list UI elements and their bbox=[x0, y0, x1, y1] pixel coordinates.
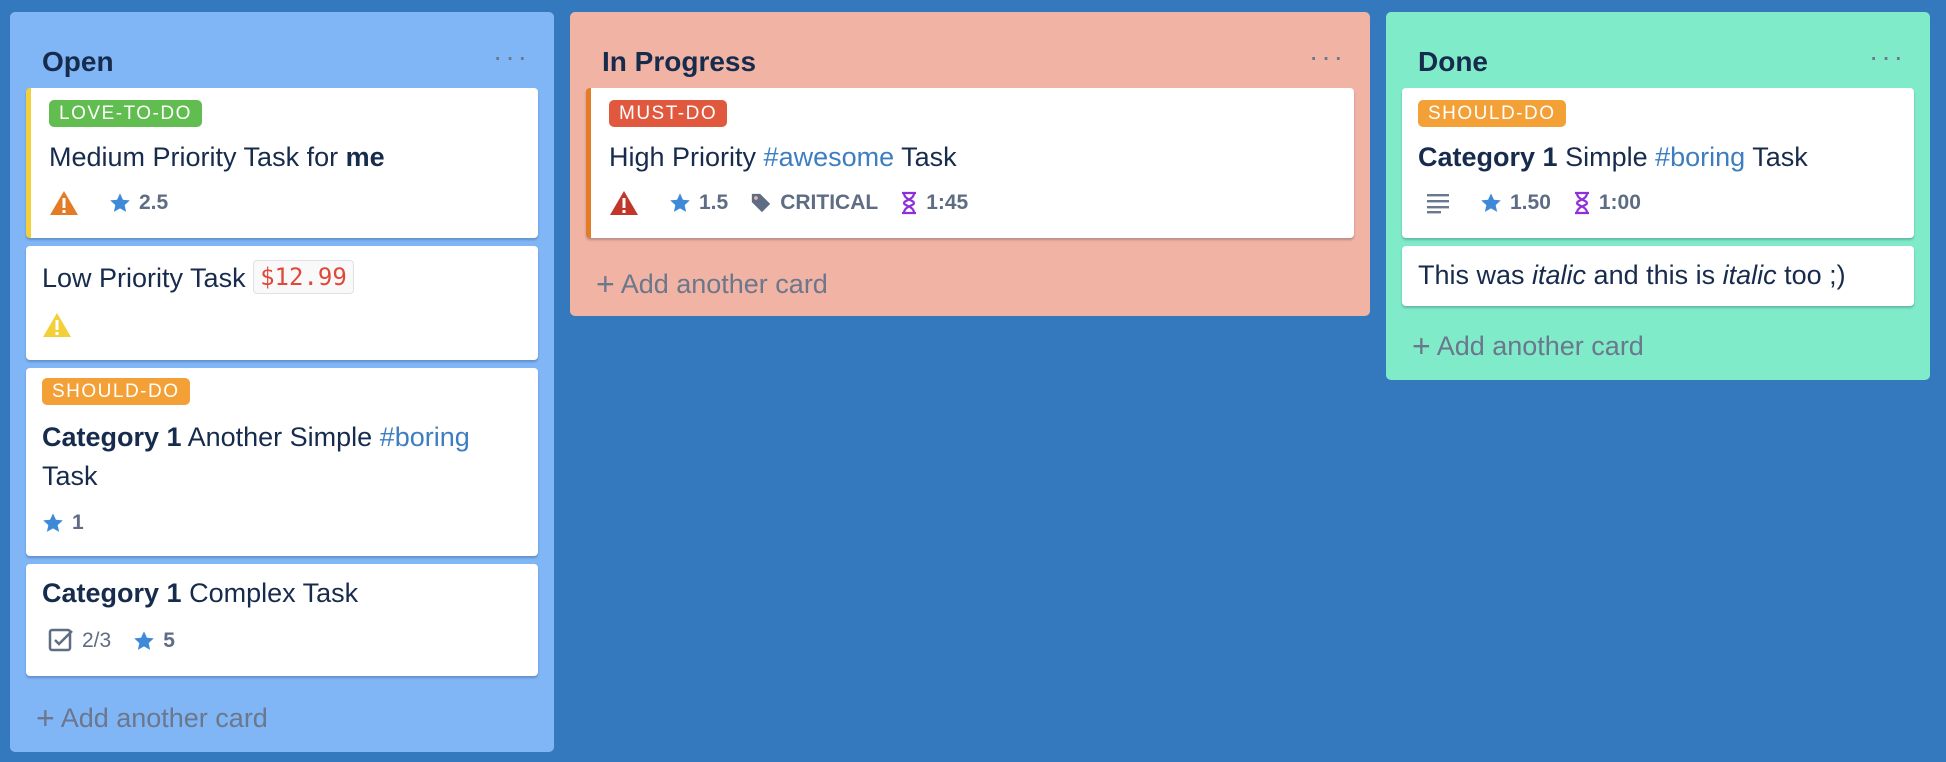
card-title: High Priority #awesome Task bbox=[609, 142, 957, 172]
card-title: This was italic and this is italic too ;… bbox=[1418, 260, 1846, 290]
warning-icon bbox=[43, 313, 71, 337]
card-badges: 1.50 1:00 bbox=[1426, 188, 1663, 218]
list-menu-button[interactable]: ··· bbox=[493, 43, 530, 71]
card-high-priority[interactable]: MUST-DO High Priority #awesome Task 1.5 … bbox=[586, 88, 1354, 238]
label-love-to-do: LOVE-TO-DO bbox=[49, 100, 202, 127]
list-title: Open bbox=[42, 46, 114, 77]
card-complex-task[interactable]: Category 1 Complex Task 2/3 5 bbox=[26, 564, 538, 676]
hashtag-link[interactable]: #boring bbox=[1655, 142, 1745, 172]
time-badge: 1:00 bbox=[1573, 191, 1641, 215]
card-badges: 2.5 bbox=[49, 188, 190, 218]
star-icon bbox=[1481, 193, 1501, 212]
card-title: Category 1 Complex Task bbox=[42, 578, 359, 608]
card-badges: 2/3 5 bbox=[48, 626, 197, 656]
warning-badge bbox=[49, 190, 87, 216]
add-card-button[interactable]: + Add another card bbox=[596, 266, 828, 303]
warning-badge bbox=[42, 312, 80, 338]
card-badges: 1 bbox=[42, 508, 106, 538]
warning-badge bbox=[609, 190, 647, 216]
card-another-simple-task[interactable]: SHOULD-DO Category 1 Another Simple #bor… bbox=[26, 368, 538, 556]
add-card-button[interactable]: + Add another card bbox=[36, 700, 268, 737]
checklist-badge: 2/3 bbox=[48, 628, 111, 654]
warning-icon bbox=[610, 191, 638, 215]
time-badge: 1:45 bbox=[900, 191, 968, 215]
list-in-progress: In Progress ··· MUST-DO High Priority #a… bbox=[570, 12, 1370, 316]
kanban-board: Open ··· LOVE-TO-DO Medium Priority Task… bbox=[0, 0, 1946, 762]
label-should-do: SHOULD-DO bbox=[42, 378, 190, 405]
description-badge bbox=[1426, 192, 1458, 214]
list-header: Open ··· bbox=[10, 12, 554, 92]
card-title: Category 1 Simple #boring Task bbox=[1418, 142, 1808, 172]
rating-badge: 1.5 bbox=[669, 191, 728, 215]
list-title: In Progress bbox=[602, 46, 757, 77]
list-header: Done ··· bbox=[1386, 12, 1930, 92]
tag-icon bbox=[752, 193, 771, 213]
rating-badge: 5 bbox=[133, 629, 175, 653]
price-code: $12.99 bbox=[253, 260, 354, 294]
warning-icon bbox=[50, 191, 78, 215]
checklist-icon bbox=[48, 628, 73, 652]
list-header: In Progress ··· bbox=[570, 12, 1370, 92]
list-menu-button[interactable]: ··· bbox=[1309, 43, 1346, 71]
list-open: Open ··· LOVE-TO-DO Medium Priority Task… bbox=[10, 12, 554, 752]
star-icon bbox=[134, 631, 155, 650]
rating-badge: 1 bbox=[42, 511, 84, 535]
card-title: Low Priority Task $12.99 bbox=[42, 260, 354, 294]
card-low-priority[interactable]: Low Priority Task $12.99 bbox=[26, 246, 538, 360]
card-simple-task[interactable]: SHOULD-DO Category 1 Simple #boring Task… bbox=[1402, 88, 1914, 238]
list-done: Done ··· SHOULD-DO Category 1 Simple #bo… bbox=[1386, 12, 1930, 380]
list-title: Done bbox=[1418, 46, 1488, 77]
card-title: Medium Priority Task for me bbox=[49, 142, 385, 172]
hashtag-link[interactable]: #awesome bbox=[764, 142, 895, 172]
hourglass-icon bbox=[1574, 191, 1589, 215]
plus-icon: + bbox=[1412, 328, 1431, 364]
rating-badge: 1.50 bbox=[1480, 191, 1551, 215]
card-title-continued: Task bbox=[42, 461, 98, 491]
hashtag-link[interactable]: #boring bbox=[380, 422, 470, 452]
list-menu-button[interactable]: ··· bbox=[1869, 43, 1906, 71]
card-badges bbox=[42, 310, 102, 340]
plus-icon: + bbox=[596, 266, 615, 302]
card-medium-priority[interactable]: LOVE-TO-DO Medium Priority Task for me 2… bbox=[26, 88, 538, 238]
add-card-button[interactable]: + Add another card bbox=[1412, 328, 1644, 365]
plus-icon: + bbox=[36, 700, 55, 736]
hourglass-icon bbox=[902, 191, 917, 215]
label-should-do: SHOULD-DO bbox=[1418, 100, 1566, 127]
tag-badge: CRITICAL bbox=[750, 191, 878, 215]
rating-badge: 2.5 bbox=[109, 191, 168, 215]
star-icon bbox=[670, 193, 690, 212]
star-icon bbox=[110, 193, 130, 212]
card-title: Category 1 Another Simple #boring bbox=[42, 422, 470, 452]
card-badges: 1.5 CRITICAL 1:45 bbox=[609, 188, 990, 218]
card-italic-note[interactable]: This was italic and this is italic too ;… bbox=[1402, 246, 1914, 306]
description-icon bbox=[1427, 194, 1449, 214]
label-must-do: MUST-DO bbox=[609, 100, 728, 127]
star-icon bbox=[43, 513, 63, 532]
